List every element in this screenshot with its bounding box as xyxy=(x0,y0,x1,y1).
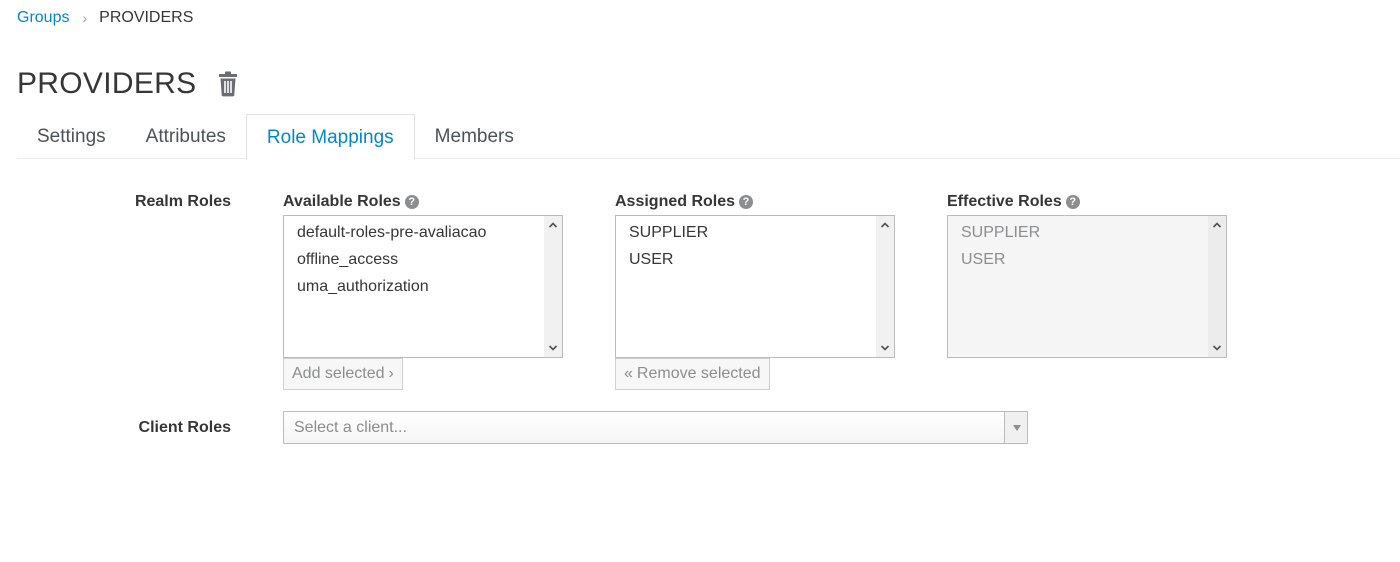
title-row: PROVIDERS xyxy=(17,64,240,104)
list-item[interactable]: offline_access xyxy=(297,248,562,275)
tab-bar: Settings Attributes Role Mappings Member… xyxy=(17,114,1400,160)
effective-roles-list: SUPPLIER USER xyxy=(947,215,1227,358)
list-item[interactable]: SUPPLIER xyxy=(629,221,894,248)
chevron-down-icon[interactable] xyxy=(880,343,890,353)
add-selected-button[interactable]: Add selected › xyxy=(283,358,403,390)
assigned-roles-list[interactable]: SUPPLIER USER xyxy=(615,215,895,358)
realm-roles-label: Realm Roles xyxy=(134,193,231,210)
page-title: PROVIDERS xyxy=(17,67,197,100)
tab-role-mappings[interactable]: Role Mappings xyxy=(245,114,415,160)
list-item[interactable]: default-roles-pre-avaliacao xyxy=(297,221,562,248)
tab-members[interactable]: Members xyxy=(415,114,534,159)
breadcrumb-groups-link[interactable]: Groups xyxy=(17,9,69,27)
remove-selected-button[interactable]: « Remove selected xyxy=(615,358,770,390)
list-item: SUPPLIER xyxy=(961,224,1041,241)
scrollbar[interactable] xyxy=(544,216,562,357)
breadcrumb-current: PROVIDERS xyxy=(99,9,194,26)
help-icon[interactable]: ? xyxy=(404,195,419,209)
available-roles-header: Available Roles ? xyxy=(283,193,419,211)
chevron-down-icon[interactable] xyxy=(1212,343,1222,353)
help-icon[interactable]: ? xyxy=(739,195,754,209)
breadcrumb-separator: › xyxy=(82,10,88,26)
caret-down-icon xyxy=(1013,425,1021,431)
list-item: USER xyxy=(961,251,1006,268)
assigned-roles-title: Assigned Roles xyxy=(615,193,736,210)
remove-selected-label: Remove selected xyxy=(636,365,761,382)
client-select-placeholder: Select a client... xyxy=(294,419,407,436)
scrollbar[interactable] xyxy=(876,216,894,357)
chevron-right-icon: › xyxy=(388,365,394,382)
chevron-up-icon[interactable] xyxy=(1212,220,1222,230)
tab-settings[interactable]: Settings xyxy=(17,114,126,159)
scrollbar[interactable] xyxy=(1208,216,1226,357)
double-chevron-left-icon: « xyxy=(624,365,633,382)
assigned-roles-header: Assigned Roles ? xyxy=(615,193,754,211)
list-item[interactable]: uma_authorization xyxy=(297,275,562,302)
trash-icon[interactable] xyxy=(216,71,240,97)
chevron-down-icon[interactable] xyxy=(548,343,558,353)
client-roles-label: Client Roles xyxy=(138,419,231,436)
help-icon[interactable]: ? xyxy=(1065,195,1080,209)
available-roles-title: Available Roles xyxy=(283,193,401,210)
tab-attributes[interactable]: Attributes xyxy=(126,114,246,159)
add-selected-label: Add selected xyxy=(292,365,385,382)
list-item[interactable]: USER xyxy=(629,248,894,275)
breadcrumb: Groups › PROVIDERS xyxy=(17,8,193,28)
available-roles-list[interactable]: default-roles-pre-avaliacao offline_acce… xyxy=(283,215,563,358)
chevron-up-icon[interactable] xyxy=(880,220,890,230)
effective-roles-header: Effective Roles ? xyxy=(947,193,1080,211)
effective-roles-title: Effective Roles xyxy=(947,193,1062,210)
chevron-up-icon[interactable] xyxy=(548,220,558,230)
dropdown-arrow[interactable] xyxy=(1004,412,1027,443)
client-select[interactable]: Select a client... xyxy=(283,411,1028,444)
